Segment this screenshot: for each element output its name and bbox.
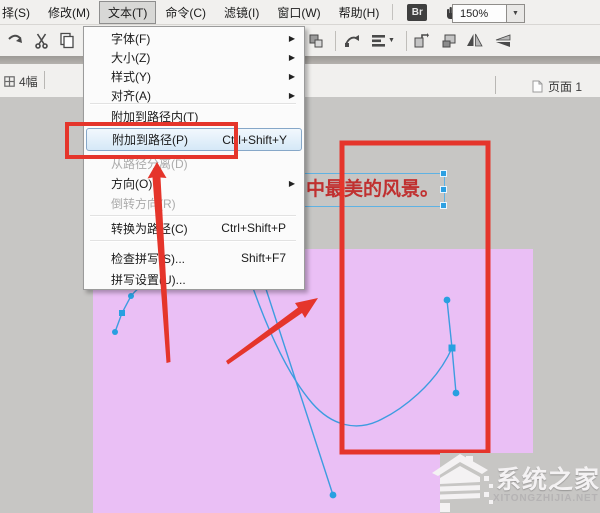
tabbar-separator <box>44 71 45 89</box>
menubar-item-help[interactable]: 帮助(H) <box>330 1 389 24</box>
menu-item-detach-from-path[interactable]: 从路径分离(D) <box>86 153 300 173</box>
menubar-item-filters[interactable]: 滤镜(I) <box>215 1 268 24</box>
menu-item-convert-to-path[interactable]: 转换为路径(C) Ctrl+Shift+P <box>86 218 300 238</box>
watermark-background <box>440 453 600 513</box>
free-transform-icon[interactable] <box>340 29 366 53</box>
text-menu-dropdown: 字体(F) ▶ 大小(Z) ▶ 样式(Y) ▶ 对齐(A) ▶ 附加到路径内(T) 附加… <box>83 26 305 290</box>
menu-item-style[interactable]: 样式(Y) ▶ <box>86 66 300 86</box>
menubar-item-window[interactable]: 窗口(W) <box>268 1 329 24</box>
toolbar-separator <box>335 30 336 51</box>
selection-handle[interactable] <box>440 186 447 193</box>
align-icon[interactable]: ▼ <box>366 29 400 53</box>
menu-item-attach-in-path[interactable]: 附加到路径内(T) <box>86 106 300 126</box>
canvas-text: 中最美的风景。 <box>306 179 440 200</box>
toolbar-separator <box>406 30 407 51</box>
redo-icon[interactable] <box>2 29 28 53</box>
menu-item-check-spelling[interactable]: 检查拼写(S)... Shift+F7 <box>86 248 300 268</box>
menubar-item-select[interactable]: 择(S) <box>0 1 39 24</box>
menubar-item-commands[interactable]: 命令(C) <box>156 1 215 24</box>
menu-item-align[interactable]: 对齐(A) ▶ <box>86 85 300 105</box>
grid-4up-icon <box>4 76 15 87</box>
arrange-icon[interactable] <box>408 29 434 53</box>
shortcut-label: Shift+F7 <box>240 251 286 265</box>
page-icon <box>532 80 543 93</box>
menu-separator <box>90 103 296 105</box>
shortcut-label: Ctrl+Shift+Y <box>222 132 287 147</box>
submenu-arrow-icon: ▶ <box>288 52 295 62</box>
menu-item-attach-to-path[interactable]: 附加到路径(P) Ctrl+Shift+Y <box>86 128 302 151</box>
menubar-item-modify[interactable]: 修改(M) <box>39 1 99 24</box>
menu-item-font[interactable]: 字体(F) ▶ <box>86 28 300 48</box>
menubar-item-text[interactable]: 文本(T) <box>99 0 157 24</box>
tab-4up-view[interactable]: 4幅 <box>4 73 38 90</box>
menu-item-orientation[interactable]: 方向(O) ▶ <box>86 173 300 193</box>
menu-item-size[interactable]: 大小(Z) ▶ <box>86 47 300 67</box>
copy-icon[interactable] <box>54 29 80 53</box>
chevron-down-icon: ▼ <box>388 37 395 44</box>
group-icon[interactable] <box>303 29 329 53</box>
bridge-icon[interactable]: Br <box>407 3 428 21</box>
swap-image-icon[interactable] <box>436 29 462 53</box>
menu-item-spelling-setup[interactable]: 拼写设置(U)... <box>86 269 300 289</box>
menubar-separator <box>392 4 394 20</box>
zoom-level-value: 150% <box>460 7 489 20</box>
fireworks-window: 择(S) 修改(M) 文本(T) 命令(C) 滤镜(I) 窗口(W) 帮助(H)… <box>0 0 600 513</box>
page-selector[interactable]: 页面 1 <box>532 78 582 95</box>
flip-vertical-icon[interactable] <box>490 29 516 53</box>
submenu-arrow-icon: ▶ <box>288 71 295 81</box>
menu-separator <box>90 240 296 242</box>
selection-handle[interactable] <box>440 170 447 177</box>
submenu-arrow-icon: ▶ <box>288 33 295 43</box>
page-label: 页面 1 <box>547 80 582 94</box>
view-tab-label: 4幅 <box>19 75 38 89</box>
cut-icon[interactable] <box>28 29 54 53</box>
selected-text-object[interactable]: 中最美的风景。 <box>303 173 445 207</box>
zoom-level-dropdown[interactable]: 150% ▼ <box>452 4 525 23</box>
submenu-arrow-icon: ▶ <box>288 90 295 100</box>
flip-horizontal-icon[interactable] <box>461 29 487 53</box>
menu-separator <box>90 215 296 217</box>
menu-item-reverse-direction[interactable]: 倒转方向(R) <box>86 193 300 213</box>
menu-bar: 择(S) 修改(M) 文本(T) 命令(C) 滤镜(I) 窗口(W) 帮助(H)… <box>0 0 600 25</box>
chevron-down-icon[interactable]: ▼ <box>506 5 524 22</box>
selection-handle[interactable] <box>440 202 447 209</box>
shortcut-label: Ctrl+Shift+P <box>221 221 286 235</box>
tabbar-separator <box>495 76 496 94</box>
submenu-arrow-icon: ▶ <box>288 178 295 188</box>
